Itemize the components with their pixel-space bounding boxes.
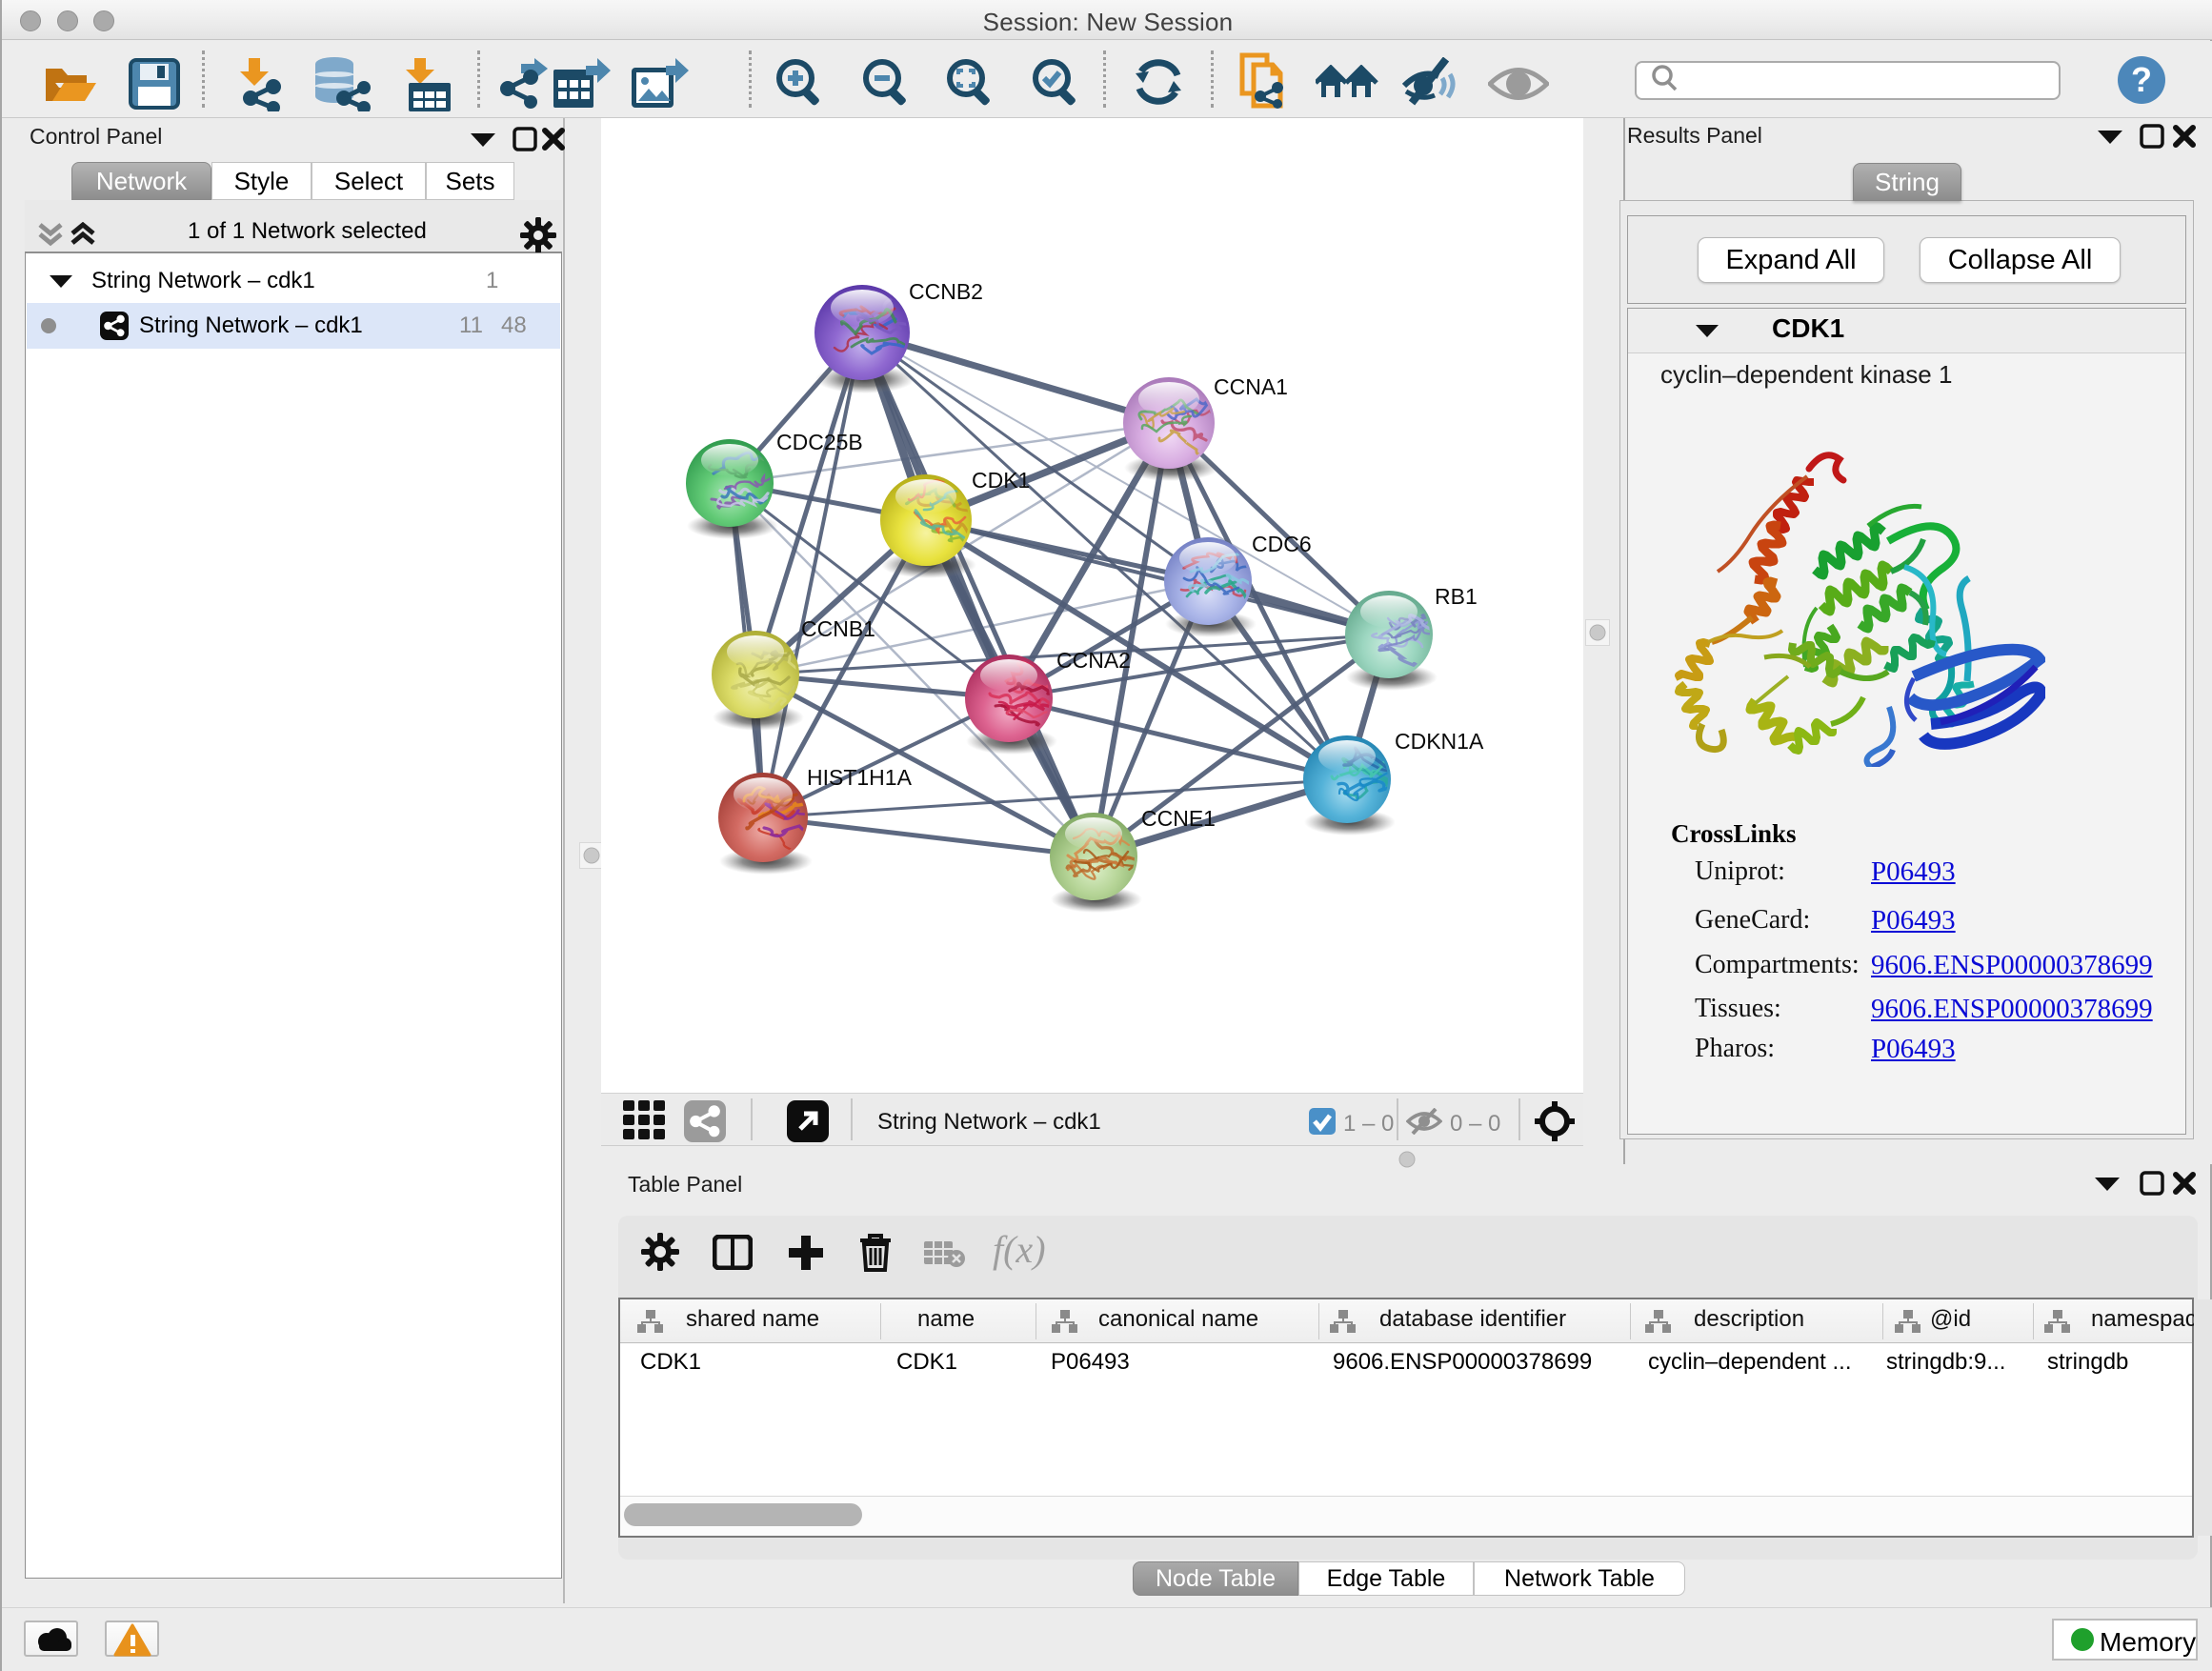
- svg-text:HIST1H1A: HIST1H1A: [807, 765, 913, 790]
- svg-text:CDK1: CDK1: [972, 468, 1030, 493]
- svg-text:CDC6: CDC6: [1252, 532, 1312, 556]
- svg-text:CDC25B: CDC25B: [776, 430, 863, 454]
- svg-text:CCNB1: CCNB1: [801, 616, 875, 641]
- svg-text:CCNA1: CCNA1: [1214, 374, 1288, 399]
- svg-text:CCNB2: CCNB2: [909, 279, 983, 304]
- svg-text:CDKN1A: CDKN1A: [1395, 729, 1484, 754]
- svg-text:CCNE1: CCNE1: [1141, 806, 1216, 831]
- svg-text:CCNA2: CCNA2: [1056, 648, 1131, 673]
- svg-text:RB1: RB1: [1435, 584, 1478, 609]
- svg-text:?: ?: [2131, 60, 2152, 99]
